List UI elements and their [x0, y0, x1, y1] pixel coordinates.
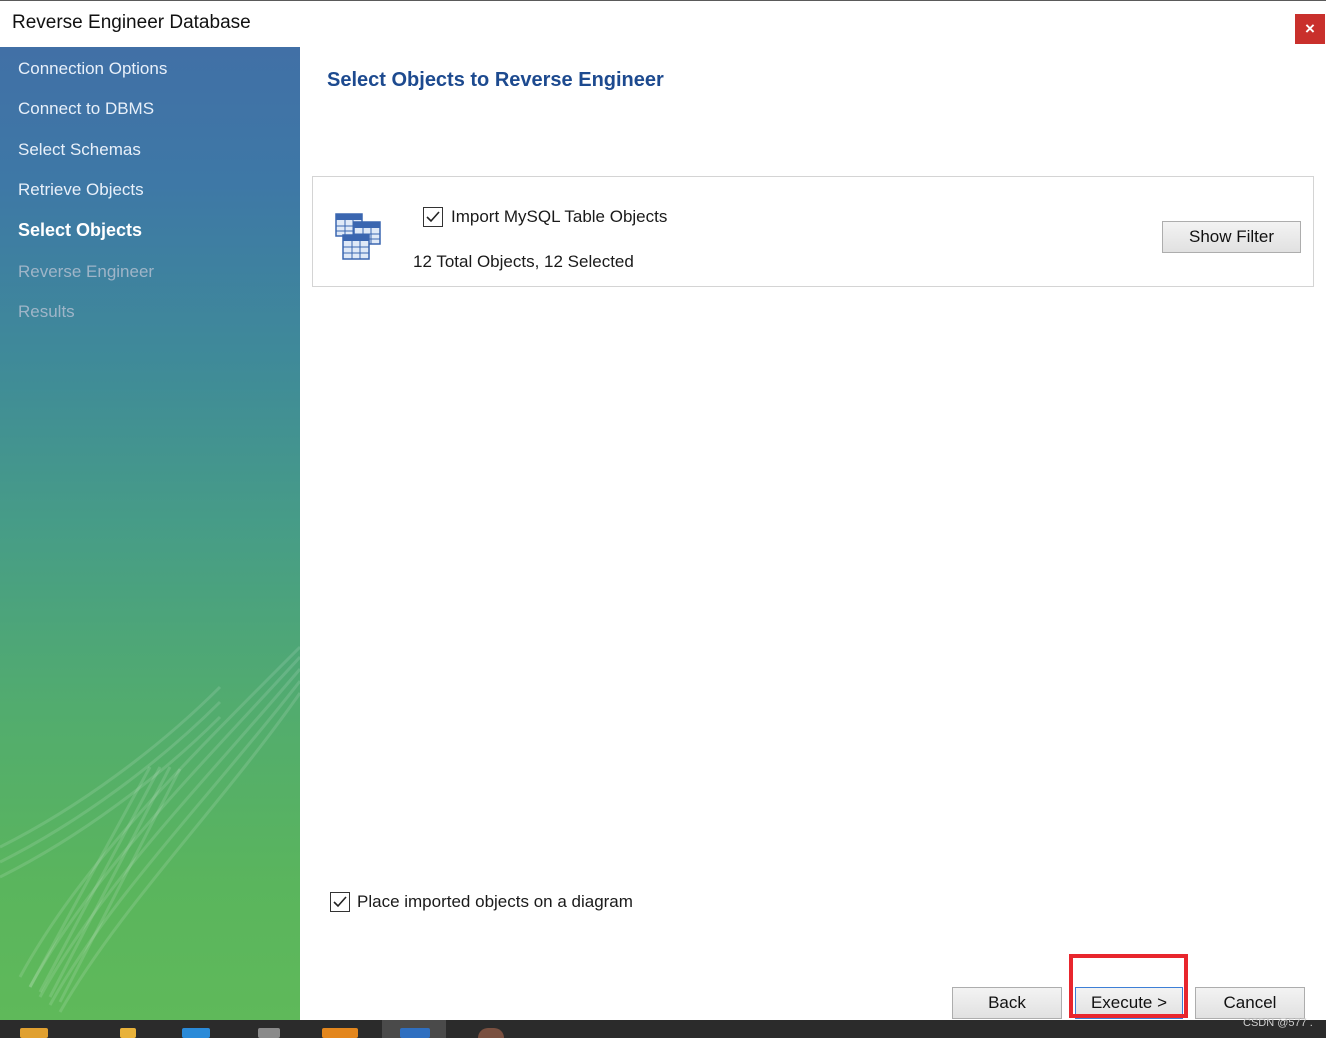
- step-select-objects[interactable]: Select Objects: [18, 220, 142, 241]
- execute-button[interactable]: Execute >: [1075, 987, 1183, 1019]
- title-bar: Reverse Engineer Database ×: [0, 0, 1326, 47]
- taskbar-app-icon[interactable]: [322, 1028, 358, 1038]
- page-title: Select Objects to Reverse Engineer: [327, 69, 664, 91]
- watermark: CSDN @577 .: [1243, 1017, 1313, 1029]
- close-button[interactable]: ×: [1295, 14, 1325, 44]
- import-tables-label: Import MySQL Table Objects: [451, 207, 668, 226]
- object-count-text: 12 Total Objects, 12 Selected: [413, 252, 634, 271]
- step-connect-to-dbms[interactable]: Connect to DBMS: [18, 99, 154, 119]
- taskbar-app-icon[interactable]: [478, 1028, 504, 1038]
- step-connection-options[interactable]: Connection Options: [18, 59, 167, 79]
- cancel-button[interactable]: Cancel: [1195, 987, 1305, 1019]
- window-title: Reverse Engineer Database: [12, 12, 251, 33]
- taskbar-app-icon[interactable]: [20, 1028, 48, 1038]
- step-results: Results: [18, 302, 75, 321]
- wizard-sidebar: Connection Options Connect to DBMS Selec…: [0, 47, 300, 1020]
- taskbar-app-icon[interactable]: [120, 1028, 136, 1038]
- checkmark-icon: [426, 211, 440, 223]
- step-retrieve-objects[interactable]: Retrieve Objects: [18, 180, 144, 200]
- step-select-schemas[interactable]: Select Schemas: [18, 140, 141, 160]
- taskbar-app-icon[interactable]: [182, 1028, 210, 1038]
- back-button[interactable]: Back: [952, 987, 1062, 1019]
- place-on-diagram-label: Place imported objects on a diagram: [357, 892, 633, 911]
- show-filter-button[interactable]: Show Filter: [1162, 221, 1301, 253]
- import-tables-checkbox[interactable]: [423, 207, 443, 227]
- database-tables-icon: [335, 213, 381, 260]
- step-reverse-engineer: Reverse Engineer: [18, 262, 155, 281]
- checkmark-icon: [333, 896, 347, 908]
- import-objects-panel: Import MySQL Table Objects 12 Total Obje…: [312, 176, 1314, 287]
- taskbar-app-icon[interactable]: [258, 1028, 280, 1038]
- place-on-diagram-checkbox[interactable]: [330, 892, 350, 912]
- taskbar: [0, 1020, 1326, 1038]
- taskbar-app-icon[interactable]: [400, 1028, 430, 1038]
